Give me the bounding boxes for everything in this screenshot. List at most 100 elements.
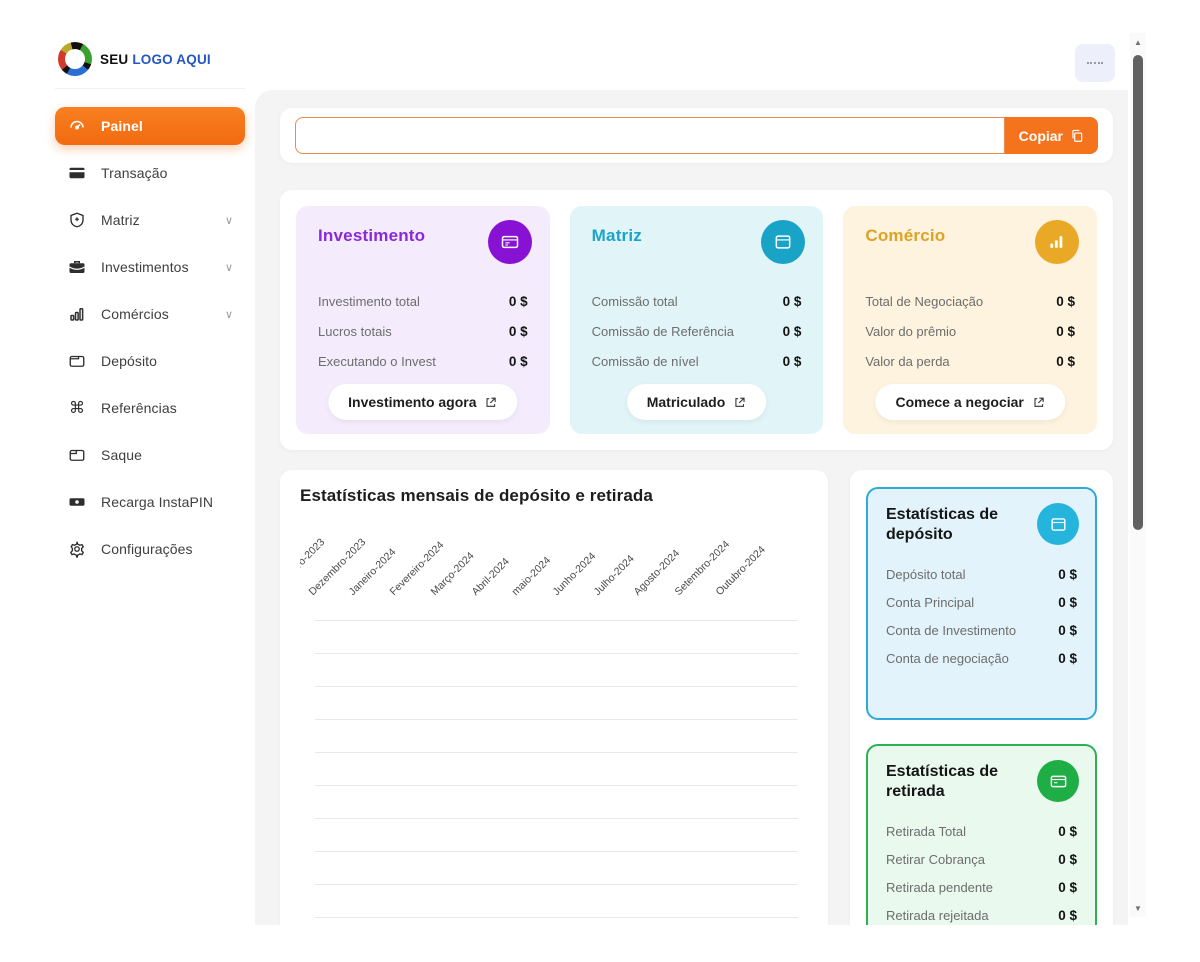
sidebar-item-investimentos[interactable]: Investimentos ∨ [55,248,245,286]
sidebar-item-comercios[interactable]: Comércios ∨ [55,295,245,333]
stat-row: Executando o Invest 0 $ [318,354,528,369]
external-link-icon [1032,396,1045,409]
chart-plot-area [300,620,808,918]
sidebar-item-label: Matriz [101,212,140,228]
stat-row: Total de Negociação0 $ [865,294,1075,309]
stat-value: 0 $ [1056,354,1075,369]
stat-label: Retirada Total [886,824,966,839]
side-stats-panel: Estatísticas de depósito Depósito total0… [850,470,1113,925]
chart-title: Estatísticas mensais de depósito e retir… [300,486,808,506]
stat-value: 0 $ [1058,852,1077,867]
stat-row: Depósito total0 $ [886,567,1077,582]
start-trading-button[interactable]: Comece a negociar [875,384,1064,420]
stat-label: Investimento total [318,294,420,309]
stat-value: 0 $ [783,324,802,339]
sidebar-item-label: Comércios [101,306,169,322]
stat-value: 0 $ [1058,824,1077,839]
chevron-down-icon: ∨ [225,261,233,274]
brand-logo-text: SEU LOGO AQUI [100,52,211,67]
invest-now-button[interactable]: Investimento agora [328,384,517,420]
x-axis-label: Junho-2024 [550,550,598,598]
stat-label: Comissão de nível [592,354,699,369]
sidebar-item-label: Saque [101,447,142,463]
sidebar-item-label: Painel [101,118,143,134]
card-title: Estatísticas de retirada [886,762,1016,802]
calendar-card-icon [1037,503,1079,545]
stat-label: Valor da perda [865,354,949,369]
stat-value: 0 $ [1058,908,1077,923]
header-menu-button[interactable] [1075,44,1115,82]
stat-label: Retirada rejeitada [886,908,989,923]
stat-label: Retirada pendente [886,880,993,895]
stat-value: 0 $ [1058,623,1077,638]
scroll-down-arrow-icon[interactable]: ▼ [1130,901,1146,915]
card-title: Estatísticas de depósito [886,505,1016,545]
referral-copy-bar: Copiar [280,108,1113,163]
x-axis-label: Julho-2024 [591,553,636,598]
external-link-icon [733,396,746,409]
withdraw-stats-card: Estatísticas de retirada Retirada Total 0… [866,744,1097,925]
scroll-up-arrow-icon[interactable]: ▲ [1130,35,1146,49]
bar-chart-icon [67,304,87,324]
stat-label: Retirar Cobrança [886,852,985,867]
referral-link-input[interactable] [295,117,1005,154]
external-link-icon [485,396,498,409]
chart-x-axis-labels: Novembro-2023 Dezembro-2023 Janeiro-2024… [300,514,808,602]
stat-row: Retirada pendente0 $ [886,880,1077,895]
deposit-stats-card: Estatísticas de depósito Depósito total0… [866,487,1097,720]
copy-button[interactable]: Copiar [1005,117,1098,154]
banknote-icon [67,492,87,512]
stat-label: Executando o Invest [318,354,436,369]
chevron-down-icon: ∨ [225,308,233,321]
wallet-icon [67,445,87,465]
sidebar-item-label: Referências [101,400,177,416]
stat-value: 0 $ [509,324,528,339]
x-axis-label: Abril-2024 [469,556,511,598]
sidebar-item-configuracoes[interactable]: Configurações [55,530,245,568]
sidebar-item-label: Transação [101,165,168,181]
stat-value: 0 $ [509,294,528,309]
sidebar-item-saque[interactable]: Saque [55,436,245,474]
stat-row: Comissão de Referência0 $ [592,324,802,339]
page-scrollbar[interactable]: ▲ ▼ [1130,33,1146,917]
gauge-icon [67,116,87,136]
sidebar-item-matriz[interactable]: Matriz ∨ [55,201,245,239]
stat-label: Conta de negociação [886,651,1009,666]
sidebar-item-painel[interactable]: Painel [55,107,245,145]
gear-icon [67,539,87,559]
bar-chart-icon [1035,220,1079,264]
stat-value: 0 $ [509,354,528,369]
summary-cards-panel: Investimento Investimento total0 $ Lucro… [280,190,1113,450]
sidebar-item-transacao[interactable]: Transação [55,154,245,192]
stat-row: Conta de negociação 0 $ [886,651,1077,666]
sidebar-item-referencias[interactable]: ⌘ Referências [55,389,245,427]
sidebar-item-recarga-instapin[interactable]: Recarga InstaPIN [55,483,245,521]
wallet-icon [67,351,87,371]
shield-plus-icon [67,210,87,230]
sidebar-item-label: Investimentos [101,259,189,275]
stat-label: Comissão total [592,294,678,309]
briefcase-icon [67,257,87,277]
stat-row: Retirada rejeitada 0 $ [886,908,1077,923]
stat-value: 0 $ [1058,651,1077,666]
stat-row: Retirar Cobrança 0 $ [886,852,1077,867]
scrollbar-thumb[interactable] [1133,55,1143,530]
chevron-down-icon: ∨ [225,214,233,227]
card-investimento: Investimento Investimento total0 $ Lucro… [296,206,550,434]
sidebar-item-label: Configurações [101,541,193,557]
button-label: Comece a negociar [895,394,1023,410]
sidebar-item-deposito[interactable]: Depósito [55,342,245,380]
brand-logo-icon [58,42,92,76]
brand-logo: SEU LOGO AQUI [58,42,211,76]
stat-value: 0 $ [1056,294,1075,309]
sidebar-divider [55,88,245,89]
card-matriz: Matriz Comissão total0 $ Comissão de Ref… [570,206,824,434]
stat-row: Comissão total0 $ [592,294,802,309]
command-icon: ⌘ [67,398,87,418]
stat-value: 0 $ [1058,595,1077,610]
stat-label: Conta Principal [886,595,974,610]
main-content: Copiar Investimento Investimento total0 … [255,90,1128,925]
stat-row: Comissão de nível0 $ [592,354,802,369]
button-label: Matriculado [647,394,726,410]
enrolled-button[interactable]: Matriculado [627,384,767,420]
